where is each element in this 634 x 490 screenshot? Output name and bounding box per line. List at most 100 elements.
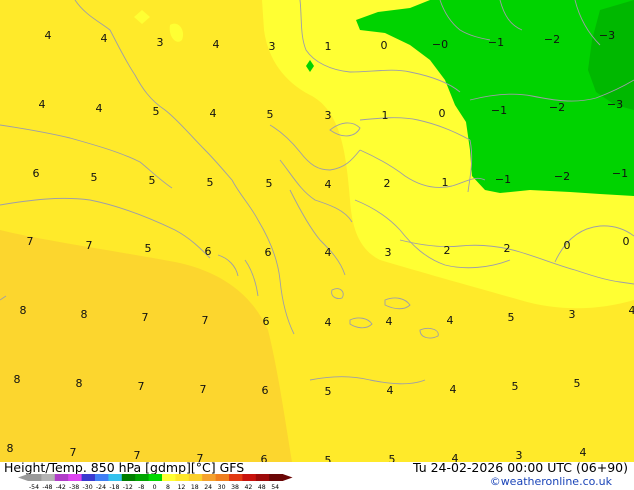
temperature-label: 0 — [623, 235, 630, 248]
scale-swatch — [242, 474, 257, 481]
scale-tick-label: -30 — [83, 484, 93, 490]
temperature-label: 4 — [45, 29, 52, 42]
temperature-label: 7 — [200, 383, 207, 396]
map-title: Height/Temp. 850 hPa [gdmp][°C] GFS — [4, 460, 244, 475]
temperature-label: −0 — [432, 38, 448, 51]
temperature-label: 3 — [269, 40, 276, 53]
temperature-label: −2 — [544, 33, 560, 46]
scale-swatch — [68, 474, 83, 481]
scale-swatch — [148, 474, 163, 481]
temperature-label: 0 — [439, 107, 446, 120]
temperature-label: 7 — [142, 311, 149, 324]
scale-tick-label: -8 — [138, 484, 144, 490]
scale-swatch — [202, 474, 217, 481]
temperature-label: −1 — [495, 173, 511, 186]
scale-tick-label: 8 — [166, 484, 170, 490]
scale-tick-label: -54 — [29, 484, 39, 490]
scale-swatch — [269, 474, 284, 481]
temperature-label: −3 — [599, 29, 615, 42]
temperature-label: 8 — [20, 304, 27, 317]
temperature-label: 7 — [70, 446, 77, 459]
temperature-label: 0 — [381, 39, 388, 52]
temperature-label: 5 — [266, 177, 273, 190]
temperature-label: 5 — [207, 176, 214, 189]
temperature-label: 7 — [138, 380, 145, 393]
temperature-label: 6 — [33, 167, 40, 180]
temperature-label: −1 — [491, 104, 507, 117]
scale-tick-label: 54 — [271, 484, 279, 490]
temperature-label: 1 — [325, 40, 332, 53]
temperature-label: 4 — [39, 98, 46, 111]
temperature-label: −3 — [607, 98, 623, 111]
scale-tick-label: -24 — [96, 484, 106, 490]
temperature-label: 4 — [387, 384, 394, 397]
scale-swatch — [41, 474, 56, 481]
temperature-label: 5 — [574, 377, 581, 390]
temperature-label: 4 — [447, 314, 454, 327]
scale-swatch — [229, 474, 243, 481]
temperature-label: 3 — [385, 246, 392, 259]
temperature-label: 3 — [325, 109, 332, 122]
temperature-label: 4 — [450, 383, 457, 396]
temperature-label: 5 — [325, 385, 332, 398]
temperature-label: 4 — [580, 446, 587, 459]
temperature-label: −2 — [554, 170, 570, 183]
scale-swatch — [135, 474, 150, 481]
scale-tick-label: 0 — [153, 484, 157, 490]
temperature-label: 4 — [96, 102, 103, 115]
temperature-label: 4 — [386, 315, 393, 328]
temperature-label: 4 — [213, 38, 220, 51]
temperature-label: 6 — [205, 245, 212, 258]
temperature-label: 5 — [91, 171, 98, 184]
temperature-label: 5 — [149, 174, 156, 187]
temperature-label: 6 — [263, 315, 270, 328]
credit-link[interactable]: ©weatheronline.co.uk — [490, 475, 613, 488]
scale-swatch — [175, 474, 190, 481]
scale-tick-label: -38 — [69, 484, 79, 490]
temperature-label: 7 — [86, 239, 93, 252]
temperature-label: 6 — [265, 246, 272, 259]
temperature-label: 4 — [101, 32, 108, 45]
temperature-label: 8 — [81, 308, 88, 321]
temperature-label: 8 — [7, 442, 14, 455]
scale-tick-label: -42 — [56, 484, 66, 490]
temperature-label: 4 — [629, 304, 634, 317]
temperature-label: 5 — [153, 105, 160, 118]
scale-swatch — [28, 474, 42, 481]
temperature-label: 7 — [202, 314, 209, 327]
scale-tick-label: 24 — [204, 484, 212, 490]
temperature-label: 3 — [157, 36, 164, 49]
scale-tick-label: 42 — [244, 484, 252, 490]
temperature-label: 0 — [564, 239, 571, 252]
temperature-label: 4 — [325, 178, 332, 191]
temperature-label: 8 — [76, 377, 83, 390]
temperature-label: 5 — [267, 108, 274, 121]
scale-tick-label: 18 — [191, 484, 199, 490]
scale-swatch — [215, 474, 230, 481]
scale-swatch — [162, 474, 176, 481]
scale-swatch — [81, 474, 96, 481]
temperature-label: 6 — [262, 384, 269, 397]
scale-tick-label: 38 — [231, 484, 239, 490]
temperature-label: 5 — [145, 242, 152, 255]
temperature-label: 1 — [442, 176, 449, 189]
scale-swatch — [54, 474, 69, 481]
scale-tick-label: -18 — [109, 484, 119, 490]
temperature-label: 7 — [27, 235, 34, 248]
scale-swatch — [108, 474, 123, 481]
temperature-label: 4 — [210, 107, 217, 120]
scale-swatch — [121, 474, 136, 481]
temperature-label: 1 — [382, 109, 389, 122]
temperature-label: 2 — [384, 177, 391, 190]
temperature-label: −2 — [549, 101, 565, 114]
scale-tick-label: -12 — [123, 484, 133, 490]
scale-swatch — [95, 474, 109, 481]
temperature-label: 8 — [14, 373, 21, 386]
temperature-label: −1 — [488, 36, 504, 49]
temperature-label: 4 — [325, 316, 332, 329]
scale-swatch — [255, 474, 270, 481]
temperature-label: 4 — [325, 246, 332, 259]
temperature-label: −1 — [612, 167, 628, 180]
scale-tick-label: -48 — [42, 484, 52, 490]
temperature-label: 2 — [444, 244, 451, 257]
